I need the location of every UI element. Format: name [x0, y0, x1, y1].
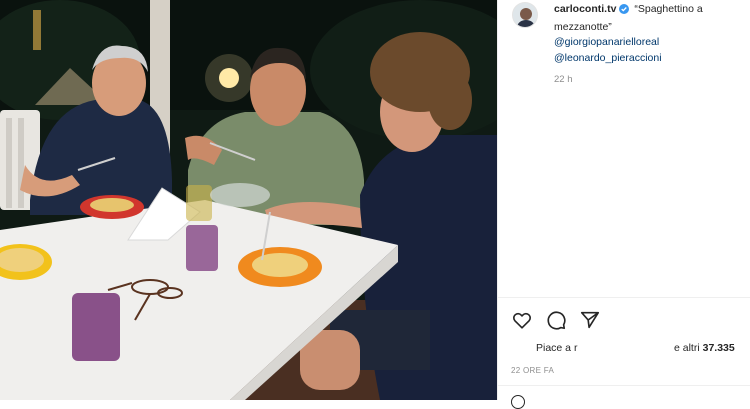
- comment-icon[interactable]: [545, 309, 569, 333]
- emoji-icon[interactable]: [511, 395, 525, 409]
- post-sidebar: carloconti.tv “Spaghettino a mezzanotte”…: [497, 0, 750, 409]
- caption: carloconti.tv “Spaghettino a mezzanotte”…: [554, 2, 750, 66]
- likes-count-value: 37.335: [702, 342, 735, 354]
- post-date: 22 ORE FA: [511, 366, 555, 375]
- likes-count[interactable]: e altri 37.335: [674, 342, 735, 354]
- divider: [498, 297, 750, 298]
- likes-row: Piace a r e altri 37.335: [498, 342, 750, 358]
- likes-prefix: Piace a r: [536, 342, 577, 354]
- avatar-image: [513, 3, 537, 27]
- comment-bar-divider: [498, 385, 750, 386]
- username[interactable]: carloconti.tv: [554, 3, 616, 15]
- mention-link[interactable]: @giorgiopanarielloreal: [554, 35, 750, 51]
- dinner-photo-illustration: [0, 0, 497, 400]
- mention-link[interactable]: @leonardo_pieraccioni: [554, 51, 750, 67]
- share-icon[interactable]: [579, 309, 603, 333]
- post-photo[interactable]: [0, 0, 497, 400]
- likes-others-prefix: e altri: [674, 342, 700, 354]
- instagram-post: carloconti.tv “Spaghettino a mezzanotte”…: [0, 0, 750, 409]
- avatar[interactable]: [512, 2, 538, 28]
- liker-name[interactable]: r: [574, 342, 578, 354]
- verified-badge-icon: [619, 4, 630, 20]
- caption-time: 22 h: [554, 74, 573, 85]
- likes-prefix-text: Piace a: [536, 342, 572, 354]
- heart-icon[interactable]: [511, 309, 535, 333]
